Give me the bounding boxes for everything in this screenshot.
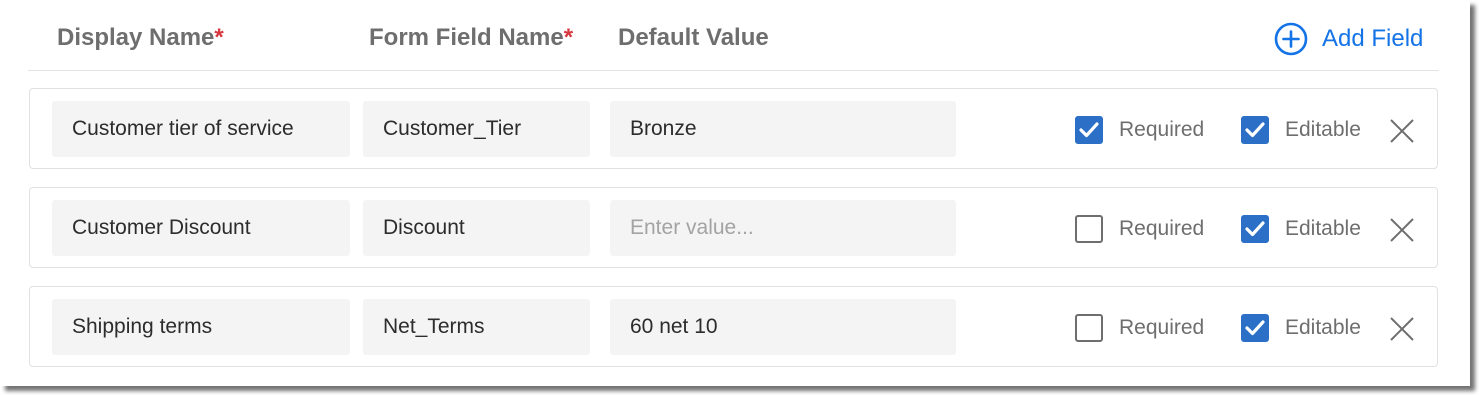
remove-field-button[interactable] [1388,315,1416,343]
form-field-name-input[interactable]: Discount [363,200,590,256]
column-header-form-field-name: Form Field Name* [369,24,573,52]
required-label: Required [1119,217,1205,240]
editable-checkbox[interactable] [1241,314,1269,342]
default-value-input[interactable]: Enter value... [610,200,956,256]
default-value-input[interactable]: Bronze [610,101,956,157]
display-name-input[interactable]: Customer tier of service [52,101,350,157]
close-icon [1390,119,1414,143]
form-field-name-input[interactable]: Net_Terms [363,299,590,355]
required-asterisk: * [214,24,224,51]
display-name-input[interactable]: Shipping terms [52,299,350,355]
checkmark-icon [1245,221,1265,237]
plus-circle-icon [1274,22,1308,56]
required-checkbox[interactable] [1075,314,1103,342]
editable-checkbox[interactable] [1241,215,1269,243]
editable-label: Editable [1285,118,1361,141]
column-header-display-name: Display Name* [57,24,224,52]
checkmark-icon [1079,122,1099,138]
custom-fields-panel: Display Name* Form Field Name* Default V… [0,0,1470,386]
editable-label: Editable [1285,316,1361,339]
column-header-display-name-label: Display Name [57,24,215,51]
form-field-name-input[interactable]: Customer_Tier [363,101,590,157]
required-checkbox[interactable] [1075,116,1103,144]
display-name-input[interactable]: Customer Discount [52,200,350,256]
default-value-input[interactable]: 60 net 10 [610,299,956,355]
fields-header: Display Name* Form Field Name* Default V… [28,0,1439,71]
add-field-button[interactable]: Add Field [1274,20,1423,58]
required-label: Required [1119,118,1205,141]
editable-label: Editable [1285,217,1361,240]
close-icon [1390,218,1414,242]
required-label: Required [1119,316,1205,339]
column-header-default-value: Default Value [618,24,769,51]
checkmark-icon [1245,320,1265,336]
editable-checkbox[interactable] [1241,116,1269,144]
add-field-label: Add Field [1322,25,1424,52]
required-asterisk: * [563,24,574,51]
column-header-form-field-name-label: Form Field Name [369,24,564,51]
field-row: Customer tier of service Customer_Tier B… [29,88,1438,169]
field-row: Customer Discount Discount Enter value..… [29,187,1438,268]
close-icon [1390,317,1414,341]
required-checkbox[interactable] [1075,215,1103,243]
remove-field-button[interactable] [1388,117,1416,145]
remove-field-button[interactable] [1388,216,1416,244]
checkmark-icon [1245,122,1265,138]
field-row: Shipping terms Net_Terms 60 net 10 Requi… [29,286,1438,367]
